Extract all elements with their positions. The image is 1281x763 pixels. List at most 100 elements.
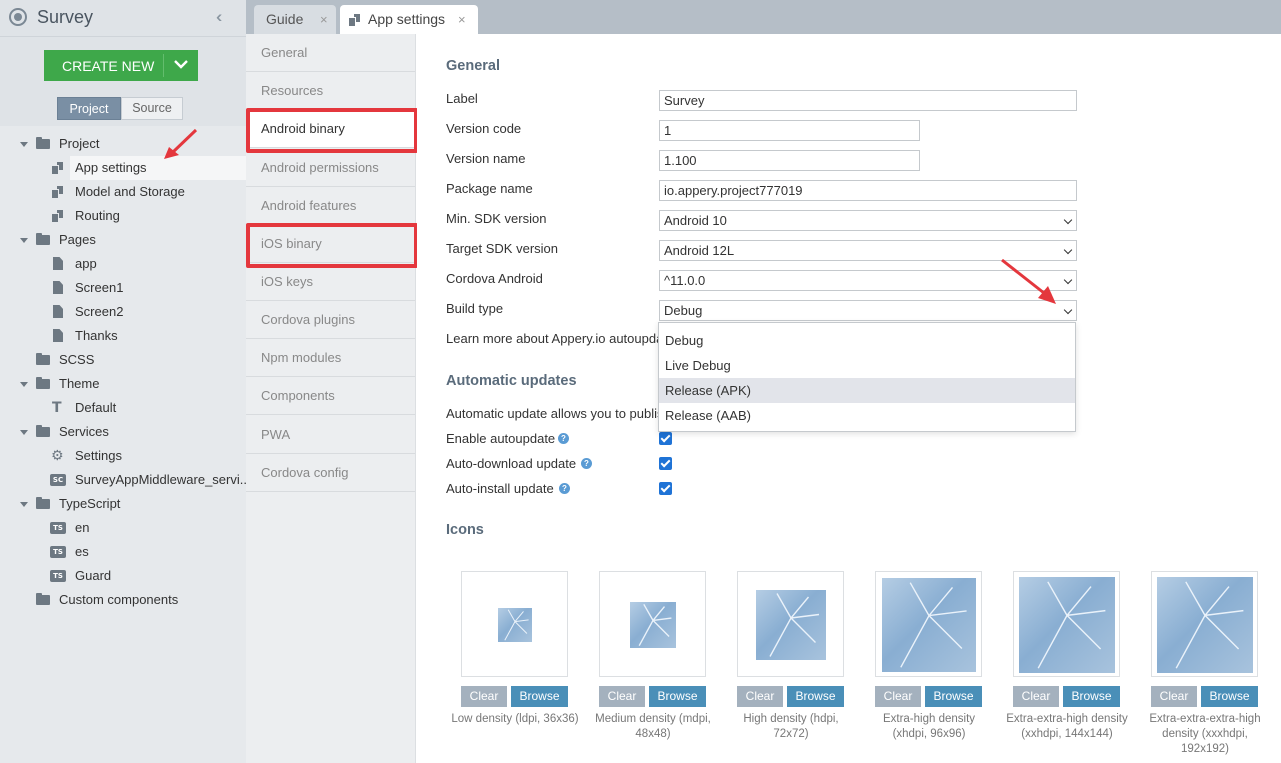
tree-folder-custom-components[interactable]: Custom components xyxy=(0,588,246,612)
nav-npm-modules[interactable]: Npm modules xyxy=(246,339,415,377)
label-label: Label xyxy=(446,91,478,106)
clear-button[interactable]: Clear xyxy=(1151,686,1197,707)
clear-button[interactable]: Clear xyxy=(461,686,507,707)
tree-label: Default xyxy=(75,400,117,415)
expand-caret-icon[interactable] xyxy=(20,502,28,507)
build-type-select[interactable]: Debug xyxy=(659,300,1077,321)
nav-android-features[interactable]: Android features xyxy=(246,187,415,225)
nav-pwa[interactable]: PWA xyxy=(246,416,415,454)
source-view-toggle[interactable]: Source xyxy=(121,97,183,120)
typescript-ts-icon: TS xyxy=(50,546,66,558)
tab-guide[interactable]: Guide × xyxy=(254,5,336,34)
chevron-down-icon xyxy=(1063,215,1073,225)
tree-item-thanks[interactable]: Thanks xyxy=(0,324,246,348)
tree-item-model-storage[interactable]: Model and Storage xyxy=(0,180,246,204)
close-icon[interactable]: × xyxy=(320,5,328,34)
tree-item-screen1[interactable]: Screen1 xyxy=(0,276,246,300)
icon-preview-frame xyxy=(737,571,844,677)
tree-item-middleware[interactable]: SC SurveyAppMiddleware_servi... xyxy=(0,468,251,492)
tree-folder-theme[interactable]: Theme xyxy=(0,372,246,396)
nav-ios-keys[interactable]: iOS keys xyxy=(246,263,415,301)
tree-label: Theme xyxy=(59,376,100,391)
nav-components[interactable]: Components xyxy=(246,377,415,415)
nav-android-permissions[interactable]: Android permissions xyxy=(246,149,415,187)
auto-install-checkbox[interactable] xyxy=(659,482,672,495)
create-new-button[interactable]: CREATE NEW xyxy=(44,50,198,81)
tree-folder-scss[interactable]: SCSS xyxy=(0,348,246,372)
collapse-panel-icon[interactable]: ‹‹ xyxy=(216,7,224,27)
version-code-input[interactable]: 1 xyxy=(659,120,920,141)
clear-button[interactable]: Clear xyxy=(737,686,783,707)
build-type-option-live-debug[interactable]: Live Debug xyxy=(659,353,1075,378)
enable-autoupdate-checkbox[interactable] xyxy=(659,432,672,445)
version-name-input[interactable]: 1.100 xyxy=(659,150,920,171)
clear-button[interactable]: Clear xyxy=(1013,686,1059,707)
help-icon[interactable]: ? xyxy=(558,433,569,444)
browse-button[interactable]: Browse xyxy=(649,686,706,707)
page-file-icon xyxy=(53,281,63,294)
expand-caret-icon[interactable] xyxy=(20,238,28,243)
browse-button[interactable]: Browse xyxy=(1201,686,1258,707)
nav-cordova-plugins[interactable]: Cordova plugins xyxy=(246,301,415,339)
close-icon[interactable]: × xyxy=(458,5,466,34)
browse-button[interactable]: Browse xyxy=(511,686,568,707)
help-icon[interactable]: ? xyxy=(581,458,592,469)
build-type-option-debug[interactable]: Debug xyxy=(659,328,1075,353)
tree-item-screen2[interactable]: Screen2 xyxy=(0,300,246,324)
tree-folder-typescript[interactable]: TypeScript xyxy=(0,492,246,516)
tree-label: Model and Storage xyxy=(75,184,185,199)
label-input[interactable]: Survey xyxy=(659,90,1077,111)
nav-resources[interactable]: Resources xyxy=(246,72,415,110)
tree-folder-project[interactable]: Project xyxy=(0,132,246,156)
learn-more-link[interactable]: Learn more about Appery.io autoupda xyxy=(446,331,663,346)
target-sdk-label: Target SDK version xyxy=(446,241,558,256)
tree-item-guard[interactable]: TS Guard xyxy=(0,564,246,588)
tree-item-app-settings[interactable]: App settings xyxy=(70,156,246,180)
clear-button[interactable]: Clear xyxy=(599,686,645,707)
clear-button[interactable]: Clear xyxy=(875,686,921,707)
target-sdk-select[interactable]: Android 12L xyxy=(659,240,1077,261)
tree-item-routing[interactable]: Routing xyxy=(0,204,246,228)
tree-label: en xyxy=(75,520,90,535)
tree-folder-pages[interactable]: Pages xyxy=(0,228,246,252)
tree-folder-services[interactable]: Services xyxy=(0,420,246,444)
browse-button[interactable]: Browse xyxy=(925,686,982,707)
tree-label: App settings xyxy=(75,160,147,175)
header-divider xyxy=(0,36,246,37)
section-icons-title: Icons xyxy=(446,522,484,538)
expand-caret-icon[interactable] xyxy=(20,430,28,435)
tree-item-app[interactable]: app xyxy=(0,252,246,276)
tree-item-settings[interactable]: ⚙ Settings xyxy=(0,444,246,468)
min-sdk-select[interactable]: Android 10 xyxy=(659,210,1077,231)
leaf-image-icon xyxy=(498,608,532,642)
nav-ios-binary[interactable]: iOS binary xyxy=(246,225,415,263)
browse-button[interactable]: Browse xyxy=(787,686,844,707)
build-type-option-release-aab[interactable]: Release (AAB) xyxy=(659,403,1075,428)
build-type-option-release-apk[interactable]: Release (APK) xyxy=(659,378,1075,403)
tree-item-es[interactable]: TS es xyxy=(0,540,246,564)
nav-general[interactable]: General xyxy=(246,34,415,72)
appery-logo-icon xyxy=(9,8,27,26)
tree-item-default[interactable]: T Default xyxy=(0,396,246,420)
tree-item-en[interactable]: TS en xyxy=(0,516,246,540)
typescript-ts-icon: TS xyxy=(50,522,66,534)
icon-caption: High density (hdpi, 72x72) xyxy=(743,713,839,740)
tree-label: Project xyxy=(59,136,100,151)
cordova-android-select[interactable]: ^11.0.0 xyxy=(659,270,1077,291)
icon-preview-frame xyxy=(1013,571,1120,677)
expand-caret-icon[interactable] xyxy=(20,142,28,147)
project-view-toggle[interactable]: Project xyxy=(57,97,121,120)
nav-cordova-config[interactable]: Cordova config xyxy=(246,454,415,492)
app-settings-panel: General Label Survey Version code 1 Vers… xyxy=(417,34,1281,763)
auto-download-checkbox[interactable] xyxy=(659,457,672,470)
help-icon[interactable]: ? xyxy=(559,483,570,494)
tab-app-settings[interactable]: App settings × xyxy=(340,5,478,34)
expand-caret-icon[interactable] xyxy=(20,382,28,387)
browse-button[interactable]: Browse xyxy=(1063,686,1120,707)
package-name-input[interactable]: io.appery.project777019 xyxy=(659,180,1077,201)
nav-android-binary[interactable]: Android binary xyxy=(246,110,415,148)
theme-t-icon: T xyxy=(52,400,62,416)
chevron-down-icon[interactable] xyxy=(171,53,191,73)
folder-icon xyxy=(36,137,50,149)
tree-label: Pages xyxy=(59,232,96,247)
